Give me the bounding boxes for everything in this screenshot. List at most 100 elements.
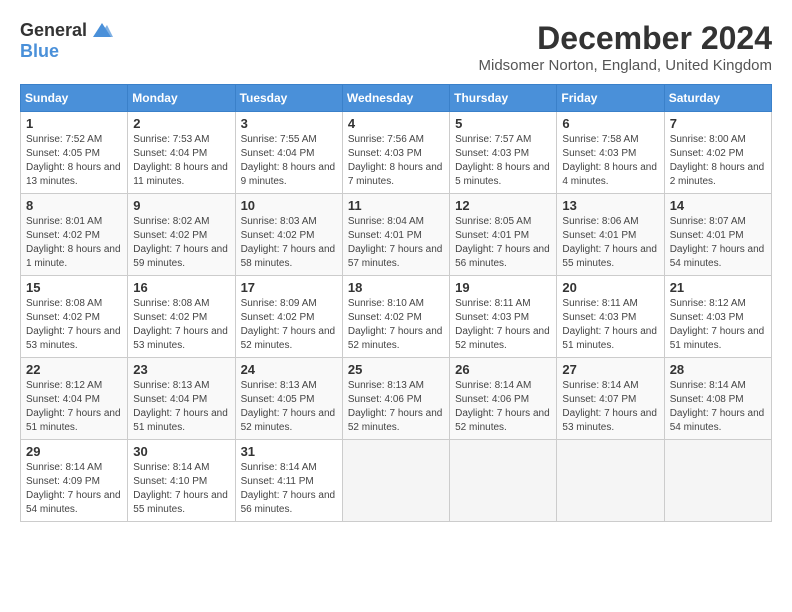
sunrise-text: Sunrise: 8:11 AM [455,297,551,311]
day-number: 13 [562,198,658,213]
daylight-text: Daylight: 7 hours and 55 minutes. [133,489,229,517]
sunset-text: Sunset: 4:02 PM [241,229,337,243]
day-number: 14 [670,198,766,213]
sunset-text: Sunset: 4:03 PM [455,311,551,325]
day-info: Sunrise: 8:13 AM Sunset: 4:05 PM Dayligh… [241,379,337,435]
day-info: Sunrise: 8:14 AM Sunset: 4:10 PM Dayligh… [133,461,229,517]
day-info: Sunrise: 8:11 AM Sunset: 4:03 PM Dayligh… [562,297,658,353]
calendar-week-row: 8 Sunrise: 8:01 AM Sunset: 4:02 PM Dayli… [21,194,772,276]
sunrise-text: Sunrise: 7:55 AM [241,133,337,147]
day-number: 11 [348,198,444,213]
sunrise-text: Sunrise: 8:14 AM [133,461,229,475]
daylight-text: Daylight: 7 hours and 55 minutes. [562,243,658,271]
daylight-text: Daylight: 7 hours and 54 minutes. [26,489,122,517]
daylight-text: Daylight: 7 hours and 52 minutes. [455,325,551,353]
sunset-text: Sunset: 4:02 PM [241,311,337,325]
logo-blue-text: Blue [20,41,59,61]
calendar-day-cell: 6 Sunrise: 7:58 AM Sunset: 4:03 PM Dayli… [557,112,664,194]
day-number: 1 [26,116,122,131]
day-info: Sunrise: 8:07 AM Sunset: 4:01 PM Dayligh… [670,215,766,271]
sunset-text: Sunset: 4:03 PM [562,311,658,325]
calendar-day-cell: 20 Sunrise: 8:11 AM Sunset: 4:03 PM Dayl… [557,276,664,358]
day-number: 7 [670,116,766,131]
sunset-text: Sunset: 4:02 PM [133,229,229,243]
sunrise-text: Sunrise: 8:02 AM [133,215,229,229]
daylight-text: Daylight: 8 hours and 7 minutes. [348,161,444,189]
sunrise-text: Sunrise: 8:06 AM [562,215,658,229]
sunset-text: Sunset: 4:05 PM [26,147,122,161]
calendar-day-cell: 30 Sunrise: 8:14 AM Sunset: 4:10 PM Dayl… [128,440,235,522]
day-info: Sunrise: 8:12 AM Sunset: 4:04 PM Dayligh… [26,379,122,435]
day-info: Sunrise: 8:11 AM Sunset: 4:03 PM Dayligh… [455,297,551,353]
sunrise-text: Sunrise: 8:12 AM [26,379,122,393]
calendar-week-row: 1 Sunrise: 7:52 AM Sunset: 4:05 PM Dayli… [21,112,772,194]
day-info: Sunrise: 8:03 AM Sunset: 4:02 PM Dayligh… [241,215,337,271]
day-number: 18 [348,280,444,295]
sunset-text: Sunset: 4:11 PM [241,475,337,489]
daylight-text: Daylight: 8 hours and 2 minutes. [670,161,766,189]
location-title: Midsomer Norton, England, United Kingdom [479,57,772,74]
calendar-day-cell: 26 Sunrise: 8:14 AM Sunset: 4:06 PM Dayl… [450,358,557,440]
sunset-text: Sunset: 4:03 PM [455,147,551,161]
sunset-text: Sunset: 4:04 PM [133,393,229,407]
daylight-text: Daylight: 7 hours and 52 minutes. [241,325,337,353]
calendar-day-header: Monday [128,85,235,112]
sunrise-text: Sunrise: 8:14 AM [455,379,551,393]
calendar-day-header: Thursday [450,85,557,112]
day-info: Sunrise: 8:01 AM Sunset: 4:02 PM Dayligh… [26,215,122,271]
page-header: General Blue December 2024 Midsomer Nort… [20,20,772,74]
daylight-text: Daylight: 7 hours and 53 minutes. [26,325,122,353]
day-info: Sunrise: 8:08 AM Sunset: 4:02 PM Dayligh… [133,297,229,353]
calendar-day-cell: 21 Sunrise: 8:12 AM Sunset: 4:03 PM Dayl… [664,276,771,358]
sunrise-text: Sunrise: 7:58 AM [562,133,658,147]
sunrise-text: Sunrise: 8:08 AM [26,297,122,311]
sunset-text: Sunset: 4:03 PM [348,147,444,161]
daylight-text: Daylight: 7 hours and 51 minutes. [562,325,658,353]
sunset-text: Sunset: 4:07 PM [562,393,658,407]
sunrise-text: Sunrise: 8:05 AM [455,215,551,229]
sunrise-text: Sunrise: 8:13 AM [133,379,229,393]
day-number: 8 [26,198,122,213]
sunset-text: Sunset: 4:09 PM [26,475,122,489]
day-number: 5 [455,116,551,131]
sunrise-text: Sunrise: 8:11 AM [562,297,658,311]
day-number: 15 [26,280,122,295]
sunrise-text: Sunrise: 8:07 AM [670,215,766,229]
daylight-text: Daylight: 7 hours and 56 minutes. [455,243,551,271]
calendar-day-cell: 3 Sunrise: 7:55 AM Sunset: 4:04 PM Dayli… [235,112,342,194]
sunset-text: Sunset: 4:10 PM [133,475,229,489]
calendar-day-cell: 12 Sunrise: 8:05 AM Sunset: 4:01 PM Dayl… [450,194,557,276]
day-number: 20 [562,280,658,295]
sunrise-text: Sunrise: 8:04 AM [348,215,444,229]
sunrise-text: Sunrise: 8:12 AM [670,297,766,311]
day-info: Sunrise: 7:58 AM Sunset: 4:03 PM Dayligh… [562,133,658,189]
day-number: 29 [26,444,122,459]
sunrise-text: Sunrise: 7:52 AM [26,133,122,147]
sunset-text: Sunset: 4:02 PM [26,311,122,325]
daylight-text: Daylight: 7 hours and 51 minutes. [133,407,229,435]
calendar-day-cell: 13 Sunrise: 8:06 AM Sunset: 4:01 PM Dayl… [557,194,664,276]
day-info: Sunrise: 8:09 AM Sunset: 4:02 PM Dayligh… [241,297,337,353]
calendar-day-cell: 5 Sunrise: 7:57 AM Sunset: 4:03 PM Dayli… [450,112,557,194]
day-info: Sunrise: 8:12 AM Sunset: 4:03 PM Dayligh… [670,297,766,353]
calendar-day-cell: 28 Sunrise: 8:14 AM Sunset: 4:08 PM Dayl… [664,358,771,440]
calendar-day-cell: 19 Sunrise: 8:11 AM Sunset: 4:03 PM Dayl… [450,276,557,358]
calendar-day-cell: 18 Sunrise: 8:10 AM Sunset: 4:02 PM Dayl… [342,276,449,358]
calendar-week-row: 22 Sunrise: 8:12 AM Sunset: 4:04 PM Dayl… [21,358,772,440]
day-info: Sunrise: 8:06 AM Sunset: 4:01 PM Dayligh… [562,215,658,271]
sunset-text: Sunset: 4:01 PM [348,229,444,243]
day-number: 6 [562,116,658,131]
sunrise-text: Sunrise: 8:09 AM [241,297,337,311]
calendar-day-cell: 10 Sunrise: 8:03 AM Sunset: 4:02 PM Dayl… [235,194,342,276]
calendar-day-cell: 1 Sunrise: 7:52 AM Sunset: 4:05 PM Dayli… [21,112,128,194]
calendar-day-cell: 2 Sunrise: 7:53 AM Sunset: 4:04 PM Dayli… [128,112,235,194]
day-number: 16 [133,280,229,295]
calendar-day-cell: 24 Sunrise: 8:13 AM Sunset: 4:05 PM Dayl… [235,358,342,440]
calendar-day-cell: 31 Sunrise: 8:14 AM Sunset: 4:11 PM Dayl… [235,440,342,522]
logo: General Blue [20,20,113,62]
daylight-text: Daylight: 7 hours and 52 minutes. [348,325,444,353]
day-number: 3 [241,116,337,131]
day-number: 17 [241,280,337,295]
calendar-day-cell: 8 Sunrise: 8:01 AM Sunset: 4:02 PM Dayli… [21,194,128,276]
sunrise-text: Sunrise: 7:56 AM [348,133,444,147]
